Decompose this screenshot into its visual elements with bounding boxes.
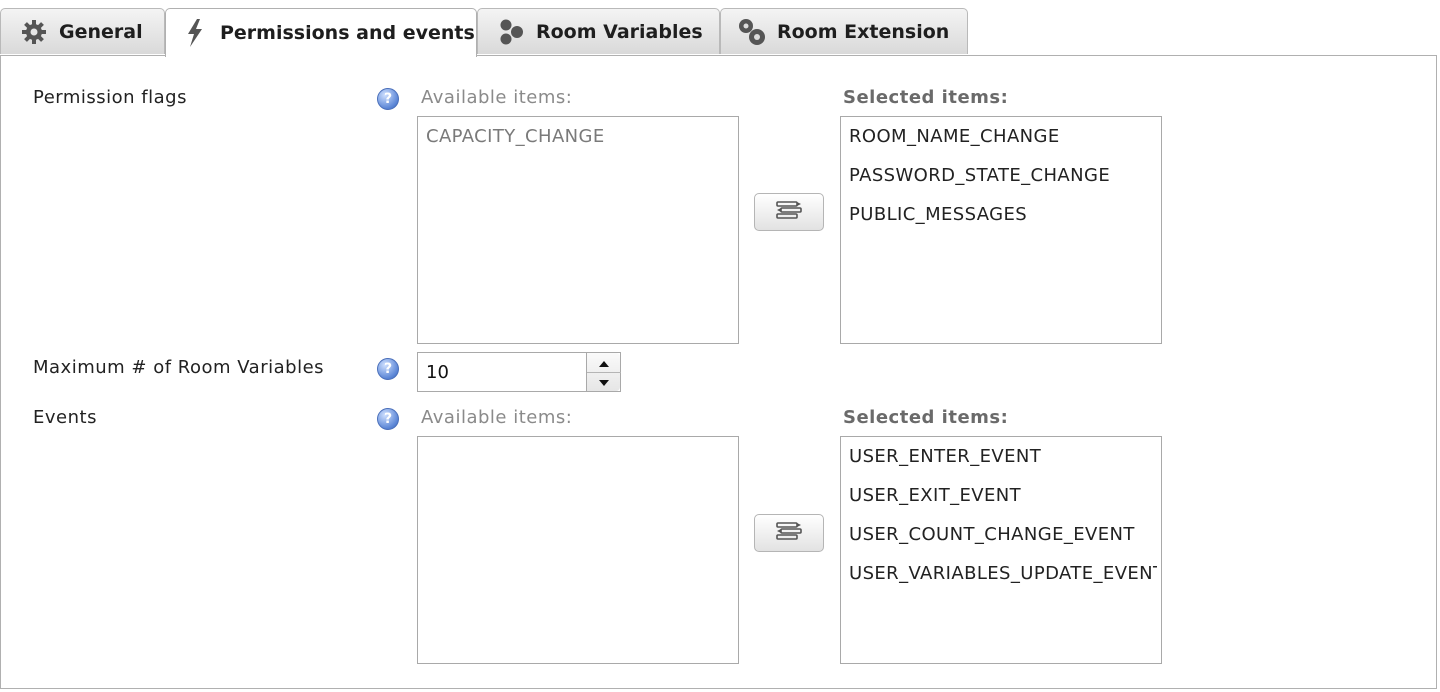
help-icon[interactable]: ? <box>377 358 399 380</box>
events-swap-button[interactable] <box>754 514 824 552</box>
available-items-caption: Available items: <box>421 87 573 108</box>
lightning-icon <box>180 18 210 48</box>
extension-icon <box>737 17 767 47</box>
list-item[interactable]: USER_COUNT_CHANGE_EVENT <box>849 524 1157 545</box>
tab-room-variables[interactable]: Room Variables <box>477 8 720 54</box>
list-item[interactable]: USER_EXIT_EVENT <box>849 485 1157 506</box>
list-item[interactable]: ROOM_NAME_CHANGE <box>849 126 1149 147</box>
events-selected-list[interactable]: USER_ENTER_EVENT USER_EXIT_EVENT USER_CO… <box>840 436 1162 664</box>
tab-permissions-and-events[interactable]: Permissions and events <box>165 8 477 57</box>
arrow-down-icon <box>598 372 610 391</box>
arrow-up-icon <box>598 353 610 372</box>
list-item[interactable]: PUBLIC_MESSAGES <box>849 204 1149 225</box>
swap-icon <box>774 520 804 546</box>
selected-items-caption: Selected items: <box>843 87 1009 108</box>
max-room-variables-label: Maximum # of Room Variables <box>33 357 325 378</box>
events-label: Events <box>33 407 97 428</box>
max-room-variables-input[interactable] <box>418 353 586 391</box>
stepper-down-button[interactable] <box>587 372 621 391</box>
events-available-list[interactable] <box>417 436 739 664</box>
swap-icon <box>774 199 804 225</box>
permission-flags-swap-button[interactable] <box>754 193 824 231</box>
gear-icon <box>19 17 49 47</box>
tab-bar: General Permissions and events Room Vari… <box>0 8 1440 57</box>
max-room-variables-stepper <box>417 352 621 392</box>
tab-general[interactable]: General <box>0 8 165 54</box>
available-items-caption: Available items: <box>421 407 573 428</box>
selected-items-caption: Selected items: <box>843 407 1009 428</box>
list-item[interactable]: PASSWORD_STATE_CHANGE <box>849 165 1149 186</box>
tab-label: General <box>59 20 143 43</box>
variables-icon <box>496 17 526 47</box>
list-item[interactable]: CAPACITY_CHANGE <box>426 126 726 147</box>
permission-flags-available-list[interactable]: CAPACITY_CHANGE <box>417 116 739 344</box>
tab-label: Room Extension <box>777 20 950 43</box>
permission-flags-selected-list[interactable]: ROOM_NAME_CHANGE PASSWORD_STATE_CHANGE P… <box>840 116 1162 344</box>
tab-room-extension[interactable]: Room Extension <box>720 8 968 54</box>
list-item[interactable]: USER_VARIABLES_UPDATE_EVENT <box>849 563 1157 584</box>
help-icon[interactable]: ? <box>377 88 399 110</box>
tab-label: Permissions and events <box>220 22 475 44</box>
permission-flags-label: Permission flags <box>33 87 187 108</box>
list-item[interactable]: USER_ENTER_EVENT <box>849 446 1157 467</box>
stepper-arrows <box>586 353 621 391</box>
help-icon[interactable]: ? <box>377 408 399 430</box>
tab-label: Room Variables <box>536 20 703 43</box>
stepper-up-button[interactable] <box>587 353 621 373</box>
